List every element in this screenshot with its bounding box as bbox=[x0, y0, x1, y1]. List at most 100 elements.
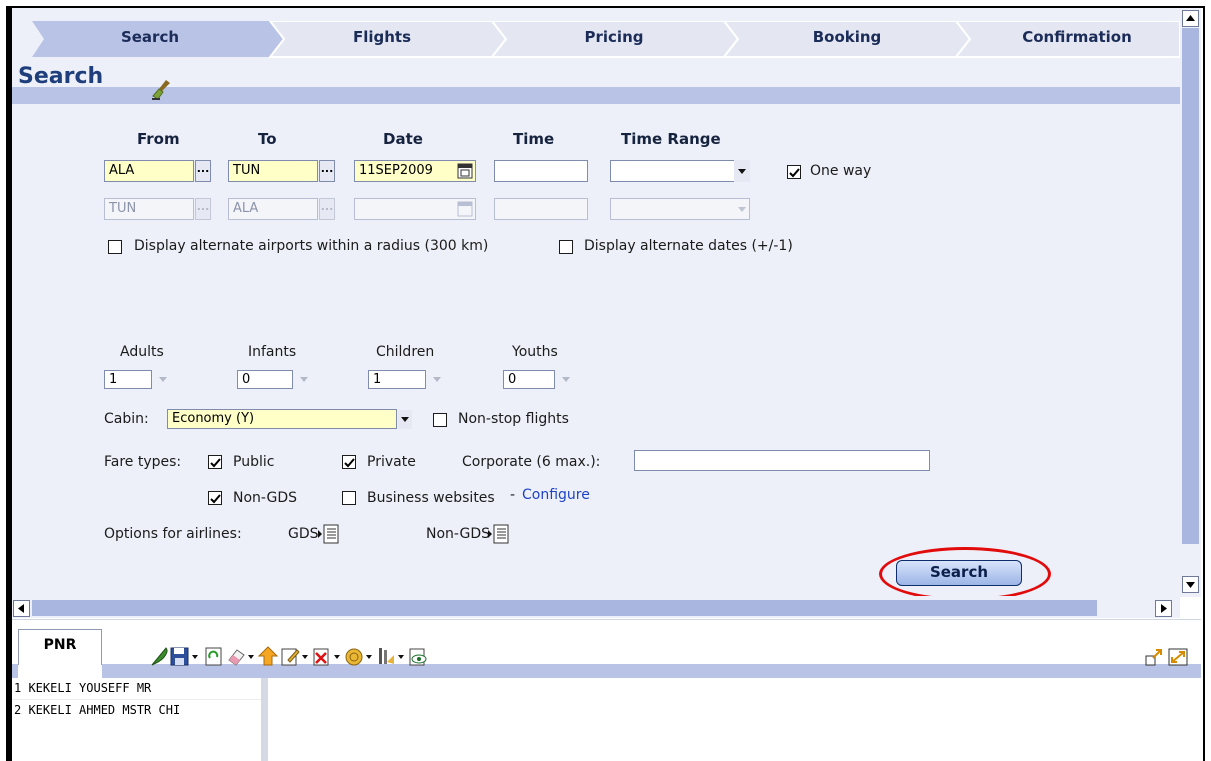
return-from-input[interactable]: TUN bbox=[104, 198, 194, 220]
return-to-lookup-button[interactable]: ... bbox=[319, 198, 335, 220]
adults-select[interactable]: 1 bbox=[104, 370, 152, 389]
step-flights[interactable]: Flights bbox=[342, 28, 422, 46]
business-websites-label: Business websites bbox=[367, 490, 495, 506]
private-checkbox[interactable] bbox=[342, 455, 356, 469]
cabin-dropdown-icon[interactable] bbox=[398, 410, 412, 429]
edit-icon[interactable] bbox=[280, 645, 300, 667]
queue-dropdown-icon[interactable] bbox=[396, 645, 406, 667]
eraser-dropdown-icon[interactable] bbox=[246, 645, 256, 667]
horizontal-scroll-thumb[interactable] bbox=[32, 600, 1097, 616]
cancel-dropdown-icon[interactable] bbox=[332, 645, 342, 667]
fare-types-label: Fare types: bbox=[104, 454, 182, 470]
edit-dropdown-icon[interactable] bbox=[300, 645, 310, 667]
youths-label: Youths bbox=[512, 344, 558, 360]
from-header: From bbox=[137, 130, 180, 148]
time-header: Time bbox=[513, 130, 555, 148]
eraser-icon[interactable] bbox=[226, 645, 246, 667]
youths-select[interactable]: 0 bbox=[503, 370, 555, 389]
pnr-line[interactable]: 2 KEKELI AHMED MSTR CHI bbox=[12, 699, 261, 720]
to-input[interactable]: TUN bbox=[228, 160, 318, 182]
step-confirmation[interactable]: Confirmation bbox=[1012, 28, 1142, 46]
public-checkbox[interactable] bbox=[208, 455, 222, 469]
non-stop-label: Non-stop flights bbox=[458, 411, 569, 427]
time-range-header: Time Range bbox=[621, 130, 721, 148]
alt-airports-checkbox[interactable] bbox=[108, 240, 122, 254]
preview-icon[interactable] bbox=[408, 645, 428, 667]
return-calendar-icon[interactable] bbox=[457, 201, 473, 217]
infants-dropdown-icon[interactable] bbox=[297, 370, 311, 389]
time-input[interactable] bbox=[494, 160, 588, 182]
non-gds-options-list-icon[interactable] bbox=[488, 524, 510, 544]
up-arrow-icon[interactable] bbox=[258, 645, 278, 667]
title-band bbox=[12, 87, 1180, 104]
infants-select[interactable]: 0 bbox=[237, 370, 293, 389]
date-header: Date bbox=[383, 130, 423, 148]
vertical-scroll-thumb[interactable] bbox=[1182, 28, 1199, 544]
calendar-icon[interactable] bbox=[457, 163, 473, 179]
return-to-input[interactable]: ALA bbox=[228, 198, 318, 220]
scroll-right-button[interactable] bbox=[1155, 600, 1172, 617]
one-way-label: One way bbox=[810, 163, 872, 179]
refresh-icon[interactable] bbox=[204, 645, 224, 667]
pnr-tab[interactable]: PNR bbox=[18, 629, 102, 665]
youths-dropdown-icon[interactable] bbox=[559, 370, 573, 389]
panel-divider[interactable] bbox=[12, 619, 1201, 629]
pnr-line[interactable]: 1 KEKELI YOUSEFF MR bbox=[12, 678, 261, 699]
highlight-oval bbox=[879, 547, 1051, 596]
check-icon bbox=[789, 168, 800, 178]
alt-dates-checkbox[interactable] bbox=[559, 240, 573, 254]
scroll-down-button[interactable] bbox=[1182, 576, 1199, 593]
business-websites-checkbox[interactable] bbox=[342, 491, 356, 505]
children-dropdown-icon[interactable] bbox=[430, 370, 444, 389]
children-select[interactable]: 1 bbox=[368, 370, 426, 389]
coin-icon[interactable] bbox=[344, 645, 364, 667]
queue-icon[interactable] bbox=[376, 645, 396, 667]
check-icon bbox=[210, 458, 221, 468]
broom-icon[interactable] bbox=[150, 78, 174, 102]
save-dropdown-icon[interactable] bbox=[190, 645, 200, 667]
return-from-lookup-button[interactable]: ... bbox=[195, 198, 211, 220]
time-range-dropdown-icon[interactable] bbox=[734, 160, 750, 182]
coin-dropdown-icon[interactable] bbox=[364, 645, 374, 667]
arrow-left-icon bbox=[18, 604, 24, 613]
pnr-band-left bbox=[12, 664, 18, 678]
scroll-up-button[interactable] bbox=[1182, 10, 1199, 27]
return-time-range-dropdown-icon[interactable] bbox=[734, 198, 750, 220]
alt-airports-label: Display alternate airports within a radi… bbox=[134, 238, 489, 254]
step-pricing[interactable]: Pricing bbox=[574, 28, 654, 46]
from-input[interactable]: ALA bbox=[104, 160, 194, 182]
step-search[interactable]: Search bbox=[110, 28, 190, 46]
from-lookup-button[interactable]: ... bbox=[195, 160, 211, 182]
to-lookup-button[interactable]: ... bbox=[319, 160, 335, 182]
maximize-window-icon[interactable] bbox=[1168, 648, 1188, 666]
private-label: Private bbox=[367, 454, 416, 470]
non-gds-checkbox[interactable] bbox=[208, 491, 222, 505]
children-label: Children bbox=[376, 344, 435, 360]
corporate-input[interactable] bbox=[634, 450, 930, 471]
cabin-label: Cabin: bbox=[104, 411, 149, 427]
one-way-checkbox[interactable] bbox=[787, 165, 801, 179]
arrow-right-icon bbox=[1161, 604, 1167, 613]
airline-options-label: Options for airlines: bbox=[104, 526, 242, 542]
scroll-left-button[interactable] bbox=[13, 600, 30, 617]
feather-icon[interactable] bbox=[150, 645, 170, 667]
scrollbar-corner bbox=[1180, 597, 1201, 619]
adults-label: Adults bbox=[120, 344, 164, 360]
save-icon[interactable] bbox=[170, 645, 190, 667]
cabin-select[interactable]: Economy (Y) bbox=[167, 409, 397, 429]
return-time-range-select[interactable] bbox=[610, 198, 750, 220]
check-icon bbox=[210, 494, 221, 504]
corporate-label: Corporate (6 max.): bbox=[462, 454, 601, 470]
gds-options-list-icon[interactable] bbox=[318, 524, 340, 544]
check-icon bbox=[344, 458, 355, 468]
cancel-edit-icon[interactable] bbox=[312, 645, 332, 667]
public-label: Public bbox=[233, 454, 275, 470]
configure-link[interactable]: Configure bbox=[522, 487, 590, 503]
return-time-input[interactable] bbox=[494, 198, 588, 220]
restore-window-icon[interactable] bbox=[1145, 648, 1163, 666]
non-stop-checkbox[interactable] bbox=[433, 413, 447, 427]
non-gds-label: Non-GDS bbox=[233, 490, 297, 506]
time-range-select[interactable] bbox=[610, 160, 750, 182]
adults-dropdown-icon[interactable] bbox=[156, 370, 170, 389]
step-booking[interactable]: Booking bbox=[807, 28, 887, 46]
